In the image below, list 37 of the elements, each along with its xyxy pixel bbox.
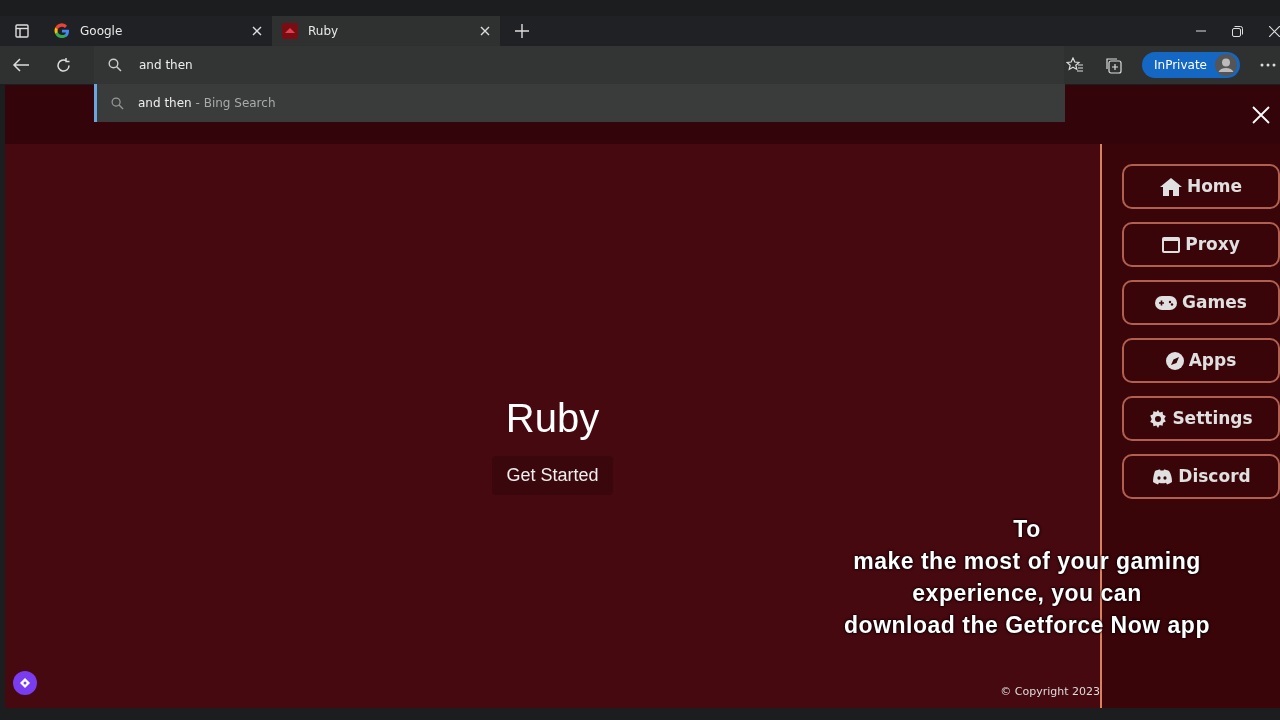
site-favicon-icon [282,23,298,39]
nav-button[interactable]: Settings [1122,396,1280,441]
copyright-text: © Copyright 2023 [1000,683,1100,700]
nav-button[interactable]: Games [1122,280,1280,325]
search-suggestion[interactable]: and then - Bing Search [94,84,1065,122]
tab-actions-icon[interactable] [15,24,29,38]
diamond-icon [20,678,30,688]
collections-icon[interactable] [1104,56,1122,74]
address-field[interactable]: and then [94,46,1064,84]
restore-icon[interactable] [1232,25,1243,37]
close-tab-icon[interactable] [480,26,490,36]
new-tab-icon[interactable] [515,24,529,38]
more-icon[interactable] [1260,63,1276,67]
nav-button[interactable]: Apps [1122,338,1280,383]
chat-bubble-icon [1151,468,1174,485]
nav-button[interactable]: Discord [1122,454,1280,499]
gamepad-icon [1155,295,1178,310]
favorites-icon[interactable] [1066,57,1084,73]
settings-icon [1149,409,1168,428]
avatar-icon [1215,54,1237,76]
home-icon [1159,177,1182,196]
get-started-button[interactable]: Get Started [492,455,613,495]
window-icon [1162,236,1181,253]
nav-button[interactable]: Home [1122,164,1280,209]
close-tab-icon[interactable] [252,26,262,36]
inprivate-button[interactable]: InPrivate [1142,52,1240,78]
close-icon[interactable] [1252,105,1270,124]
browser-tab[interactable]: Ruby [272,16,500,46]
search-icon [111,96,124,110]
google-icon [54,23,70,39]
compass-icon [1165,351,1184,370]
browser-tab[interactable]: Google [44,16,272,46]
refresh-icon[interactable] [54,56,72,74]
back-icon[interactable] [12,57,30,73]
nav-button[interactable]: Proxy [1122,222,1280,267]
close-window-icon[interactable] [1269,25,1280,37]
site-title: Ruby [505,394,600,442]
